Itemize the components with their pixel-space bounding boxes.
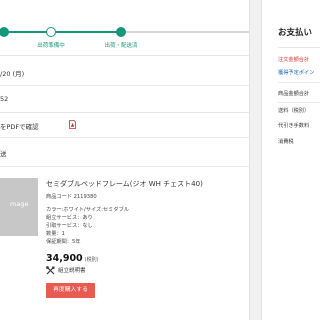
product-code: 商品コード 2119380 bbox=[46, 194, 97, 200]
subtotal-label: 商品金額合計 bbox=[278, 91, 310, 97]
consumption-tax-label: 消費税 bbox=[278, 139, 294, 145]
product-image[interactable]: mage bbox=[0, 178, 38, 236]
order-total-label: 注文金額合計 bbox=[278, 57, 310, 63]
receipt-pdf-link[interactable]: をPDFで確認 bbox=[0, 121, 39, 131]
step-label-shipped: 出荷・配送済 bbox=[104, 43, 138, 49]
warranty: 保証期間：5年 bbox=[46, 239, 81, 245]
divider bbox=[0, 112, 249, 113]
price-value: 34,900 bbox=[46, 253, 83, 264]
order-date: /20 (月) bbox=[0, 70, 25, 78]
progress-track-done bbox=[0, 31, 121, 33]
order-detail-card: 出荷準備中 出荷・配送済 /20 (月) 52 をPDFで確認 送 mage セ… bbox=[0, 0, 250, 320]
order-number: 52 bbox=[0, 95, 9, 103]
pickup-service: 引取サービス：なし bbox=[46, 223, 93, 229]
step-node-shipped bbox=[116, 27, 126, 37]
step-node-preparing bbox=[46, 27, 56, 37]
divider bbox=[0, 137, 249, 138]
payment-title: お支払い bbox=[278, 28, 313, 38]
divider bbox=[0, 166, 249, 167]
divider bbox=[0, 55, 249, 56]
tools-icon bbox=[46, 266, 55, 275]
divider bbox=[278, 47, 320, 48]
manual-label: 組立説明書 bbox=[58, 268, 86, 274]
earned-points-label: 獲得予定ポイン bbox=[278, 70, 315, 76]
step-label-preparing: 出荷準備中 bbox=[37, 43, 65, 49]
assembly-manual-link[interactable]: 組立説明書 bbox=[46, 266, 86, 275]
divider bbox=[278, 82, 320, 83]
shipping-progress: 出荷準備中 出荷・配送済 bbox=[0, 0, 249, 55]
cod-fee-label: 代引き手数料 bbox=[278, 123, 310, 129]
image-placeholder-text: mage bbox=[10, 200, 29, 208]
quantity: 数量：1 bbox=[46, 231, 65, 237]
divider bbox=[0, 85, 249, 86]
divider bbox=[278, 102, 320, 103]
step-node-ordered bbox=[0, 27, 9, 37]
product-price: 34,900 (税別) bbox=[46, 253, 99, 264]
product-title-link[interactable]: セミダブルベッドフレーム(ジオ WH チェスト40) bbox=[46, 179, 203, 189]
progress-track-rest bbox=[121, 31, 249, 33]
shipping-fee-label: 送料（税別） bbox=[278, 108, 310, 114]
product-color-size: カラー:ホワイト/サイズ:セミダブル bbox=[46, 207, 129, 213]
payment-summary-card: お支払い 注文金額合計 獲得予定ポイン 商品金額合計 送料（税別） 代引き手数料… bbox=[261, 0, 320, 320]
assembly-service: 組立サービス：あり bbox=[46, 215, 93, 221]
pdf-icon[interactable] bbox=[69, 120, 76, 129]
tax-label: (税別) bbox=[84, 257, 99, 263]
rebuy-button[interactable]: 再度購入する bbox=[46, 283, 95, 298]
delivery-status: 送 bbox=[0, 150, 7, 158]
